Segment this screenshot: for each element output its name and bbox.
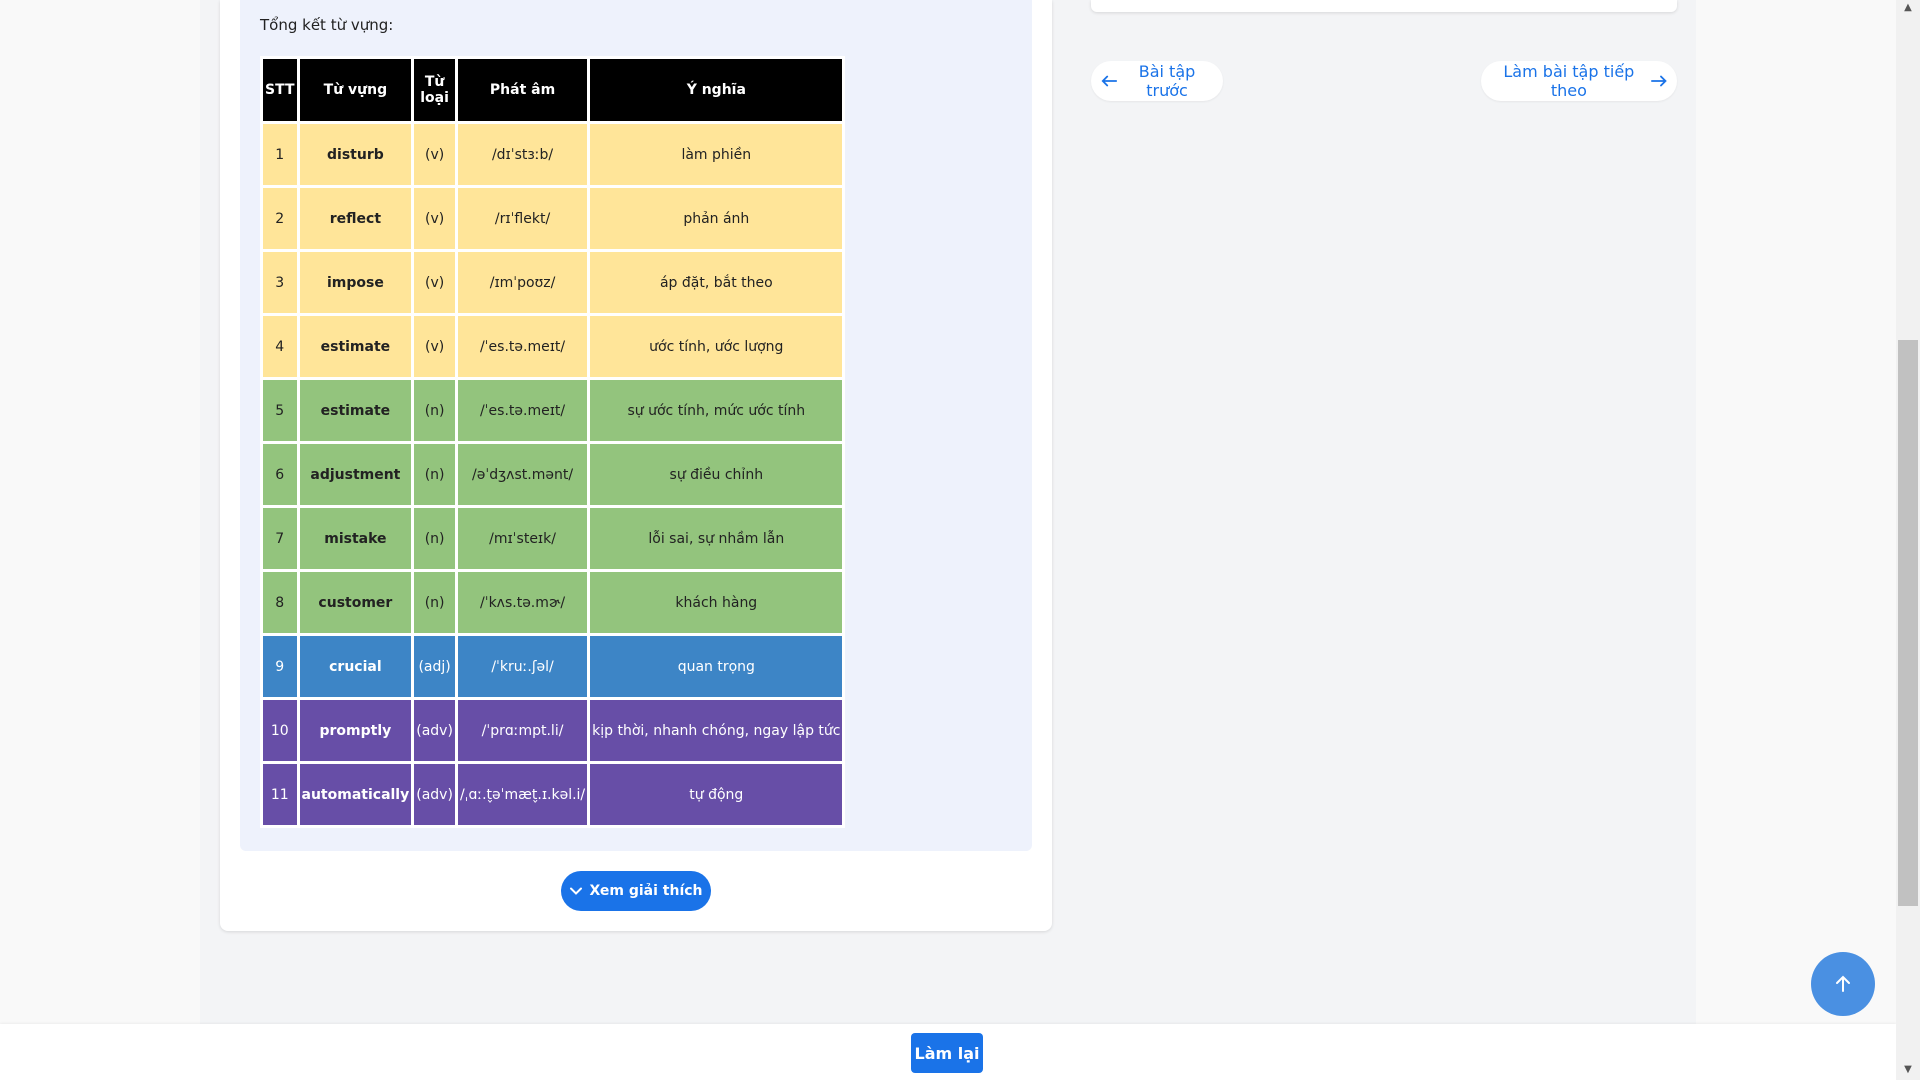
vocabulary-row: 2 reflect (v)/rɪˈflekt/phản ánh xyxy=(263,188,843,249)
vocabulary-summary-heading: Tổng kết từ vựng: xyxy=(260,16,394,34)
vocabulary-table: STT Từ vựng Từ loại Phát âm Ý nghĩa 1 dis… xyxy=(260,56,846,828)
chevron-down-icon xyxy=(570,887,583,895)
arrow-right-icon xyxy=(1650,75,1667,87)
vocabulary-word: impose xyxy=(299,252,412,313)
scrollbar-down-arrow-icon[interactable]: ▼ xyxy=(1900,1062,1916,1078)
part-of-speech: (v) xyxy=(414,252,455,313)
meaning: khách hàng xyxy=(590,572,843,633)
pronunciation: /dɪˈstɜːb/ xyxy=(457,124,588,185)
part-of-speech: (adv) xyxy=(414,700,455,761)
page-left-gutter xyxy=(0,0,200,1024)
meaning: phản ánh xyxy=(590,188,843,249)
pronunciation: /ˈkʌs.tə.mɚ/ xyxy=(457,572,588,633)
vocabulary-word: disturb xyxy=(299,124,412,185)
vocabulary-word: promptly xyxy=(299,700,412,761)
pronunciation: /ˈkruː.ʃəl/ xyxy=(457,636,588,697)
row-number: 8 xyxy=(263,572,297,633)
meaning: kịp thời, nhanh chóng, ngay lập tức xyxy=(590,700,843,761)
scrollbar-up-arrow-icon[interactable]: ▲ xyxy=(1900,0,1916,16)
meaning: lỗi sai, sự nhầm lẫn xyxy=(590,508,843,569)
scroll-to-top-button[interactable] xyxy=(1811,952,1875,1016)
part-of-speech: (adv) xyxy=(414,764,455,825)
part-of-speech: (v) xyxy=(414,316,455,377)
previous-exercise-button[interactable]: Bài tập trước xyxy=(1091,61,1223,101)
vocabulary-row: 3 impose (v)/ɪmˈpoʊz/áp đặt, bắt theo xyxy=(263,252,843,313)
vocabulary-row: 10 promptly (adv)/ˈprɑːmpt.li/kịp thời, nh… xyxy=(263,700,843,761)
next-exercise-label: Làm bài tập tiếp theo xyxy=(1503,62,1635,100)
row-number: 7 xyxy=(263,508,297,569)
vocabulary-word: customer xyxy=(299,572,412,633)
vocabulary-word: crucial xyxy=(299,636,412,697)
row-number: 10 xyxy=(263,700,297,761)
vocabulary-word: mistake xyxy=(299,508,412,569)
pronunciation: /ˈprɑːmpt.li/ xyxy=(457,700,588,761)
page-right-gutter xyxy=(1696,0,1896,1024)
meaning: quan trọng xyxy=(590,636,843,697)
vocabulary-table-header: STT Từ vựng Từ loại Phát âm Ý nghĩa xyxy=(263,59,843,121)
vocabulary-row: 11 automatically (adv)/ˌɑː.t̬əˈmæt̬.ɪ.kəl.… xyxy=(263,764,843,825)
meaning: sự điều chỉnh xyxy=(590,444,843,505)
meaning: sự ước tính, mức ước tính xyxy=(590,380,843,441)
part-of-speech: (n) xyxy=(414,508,455,569)
pronunciation: /ˌɑː.t̬əˈmæt̬.ɪ.kəl.i/ xyxy=(457,764,588,825)
arrow-left-icon xyxy=(1101,75,1118,87)
pronunciation: /mɪˈsteɪk/ xyxy=(457,508,588,569)
vocabulary-row: 1 disturb (v)/dɪˈstɜːb/làm phiền xyxy=(263,124,843,185)
vocabulary-word: adjustment xyxy=(299,444,412,505)
meaning: làm phiền xyxy=(590,124,843,185)
show-explanation-button[interactable]: Xem giải thích xyxy=(561,871,711,911)
retry-button[interactable]: Làm lại xyxy=(911,1033,983,1073)
column-header-part-of-speech: Từ loại xyxy=(414,59,455,121)
pronunciation: /ˈes.tə.meɪt/ xyxy=(457,380,588,441)
vocabulary-word: reflect xyxy=(299,188,412,249)
column-header-word: Từ vựng xyxy=(299,59,412,121)
part-of-speech: (n) xyxy=(414,380,455,441)
meaning: áp đặt, bắt theo xyxy=(590,252,843,313)
row-number: 11 xyxy=(263,764,297,825)
vocabulary-row: 8 customer (n)/ˈkʌs.tə.mɚ/khách hàng xyxy=(263,572,843,633)
pronunciation: /əˈdʒʌst.mənt/ xyxy=(457,444,588,505)
column-header-meaning: Ý nghĩa xyxy=(590,59,843,121)
previous-exercise-label: Bài tập trước xyxy=(1138,62,1196,100)
part-of-speech: (v) xyxy=(414,124,455,185)
row-number: 5 xyxy=(263,380,297,441)
part-of-speech: (n) xyxy=(414,572,455,633)
vocabulary-word: automatically xyxy=(299,764,412,825)
show-explanation-label: Xem giải thích xyxy=(589,883,703,899)
page-scrollbar-thumb[interactable] xyxy=(1898,340,1918,906)
part-of-speech: (n) xyxy=(414,444,455,505)
vocabulary-table-body: 1 disturb (v)/dɪˈstɜːb/làm phiền 2 reflect (v… xyxy=(263,124,843,825)
column-header-pronunciation: Phát âm xyxy=(457,59,588,121)
row-number: 1 xyxy=(263,124,297,185)
vocabulary-row: 5 estimate (n)/ˈes.tə.meɪt/sự ước tính, mứ… xyxy=(263,380,843,441)
row-number: 3 xyxy=(263,252,297,313)
column-header-no: STT xyxy=(263,59,297,121)
row-number: 2 xyxy=(263,188,297,249)
vocabulary-row: 4 estimate (v)/ˈes.tə.meɪt/ước tính, ước l… xyxy=(263,316,843,377)
vocabulary-word: estimate xyxy=(299,380,412,441)
pronunciation: /rɪˈflekt/ xyxy=(457,188,588,249)
vocabulary-row: 6 adjustment (n)/əˈdʒʌst.mənt/sự điều chỉn… xyxy=(263,444,843,505)
vocabulary-row: 7 mistake (n)/mɪˈsteɪk/lỗi sai, sự nhầm lẫ… xyxy=(263,508,843,569)
pronunciation: /ˈes.tə.meɪt/ xyxy=(457,316,588,377)
vocabulary-word: estimate xyxy=(299,316,412,377)
row-number: 4 xyxy=(263,316,297,377)
side-panel-card xyxy=(1091,0,1677,12)
row-number: 6 xyxy=(263,444,297,505)
part-of-speech: (v) xyxy=(414,188,455,249)
vocabulary-row: 9 crucial (adj)/ˈkruː.ʃəl/quan trọng xyxy=(263,636,843,697)
next-exercise-button[interactable]: Làm bài tập tiếp theo xyxy=(1481,61,1677,101)
part-of-speech: (adj) xyxy=(414,636,455,697)
meaning: tự động xyxy=(590,764,843,825)
meaning: ước tính, ước lượng xyxy=(590,316,843,377)
row-number: 9 xyxy=(263,636,297,697)
arrow-up-icon xyxy=(1836,975,1850,992)
pronunciation: /ɪmˈpoʊz/ xyxy=(457,252,588,313)
